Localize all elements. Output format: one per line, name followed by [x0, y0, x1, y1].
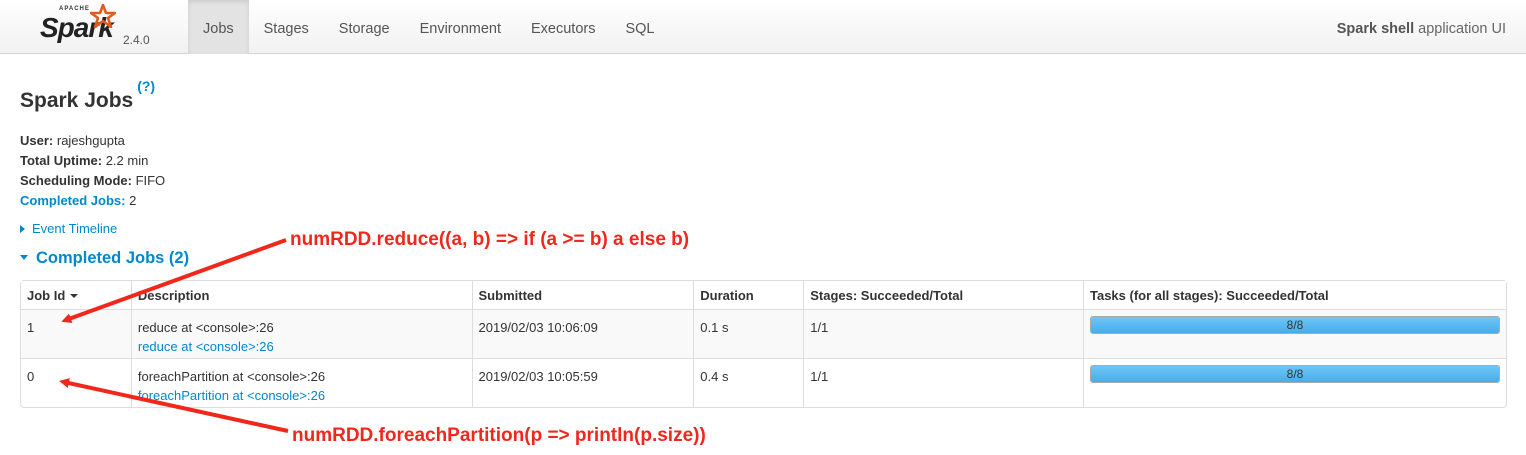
sort-desc-icon: [70, 293, 79, 298]
submitted-cell: 2019/02/03 10:05:59: [471, 358, 694, 407]
event-timeline-toggle[interactable]: Event Timeline: [20, 221, 117, 236]
app-title: Spark shell application UI: [1337, 0, 1506, 58]
summary-mode-label: Scheduling Mode:: [20, 173, 132, 188]
app-title-suffix: application UI: [1414, 21, 1506, 37]
job-id-cell: 1: [21, 309, 131, 358]
description-cell: reduce at <console>:26 reduce at <consol…: [130, 309, 472, 358]
app-title-name: Spark shell: [1336, 21, 1415, 37]
tab-storage[interactable]: Storage: [324, 0, 405, 54]
collapse-arrow-icon: [20, 255, 28, 260]
description-link[interactable]: reduce at <console>:26: [138, 337, 466, 356]
header-duration[interactable]: Duration: [693, 281, 804, 309]
annotation-reduce: numRDD.reduce((a, b) => if (a >= b) a el…: [290, 229, 690, 250]
header-stages[interactable]: Stages: Succeeded/Total: [803, 281, 1083, 309]
page-title: Spark Jobs(?): [20, 78, 155, 113]
description-text: foreachPartition at <console>:26: [137, 369, 326, 384]
summary-uptime-label: Total Uptime:: [20, 153, 103, 168]
task-progress-label: 8/8: [1286, 367, 1304, 381]
completed-jobs-label: Completed Jobs (2): [36, 249, 190, 267]
task-progress-bar: 8/8: [1090, 316, 1500, 334]
help-link[interactable]: (?): [137, 78, 155, 94]
table-row: 1 reduce at <console>:26 reduce at <cons…: [21, 309, 1506, 358]
header-description[interactable]: Description: [130, 281, 472, 309]
tab-sql[interactable]: SQL: [610, 0, 669, 54]
expand-arrow-icon: [20, 225, 25, 233]
summary-scheduling-mode: Scheduling Mode: FIFO: [20, 171, 165, 191]
annotation-foreach-partition: numRDD.foreachPartition(p => println(p.s…: [292, 425, 706, 446]
top-navbar: APACHE Spark 2.4.0 Jobs Stages Storage E…: [0, 0, 1526, 54]
spark-logo[interactable]: APACHE Spark 2.4.0: [40, 4, 155, 48]
nav-tabs: Jobs Stages Storage Environment Executor…: [188, 0, 670, 54]
summary-completed-link[interactable]: Completed Jobs:: [20, 193, 125, 208]
summary-user: User: rajeshgupta: [20, 131, 165, 151]
header-job-id-label: Job Id: [27, 287, 66, 303]
tab-jobs[interactable]: Jobs: [188, 0, 249, 54]
job-id-cell: 0: [21, 358, 131, 407]
description-cell: foreachPartition at <console>:26 foreach…: [130, 358, 472, 407]
tasks-cell: 8/8: [1083, 358, 1506, 407]
spark-version: 2.4.0: [123, 33, 150, 47]
task-progress-bar: 8/8: [1090, 365, 1500, 383]
submitted-cell: 2019/02/03 10:06:09: [471, 309, 694, 358]
stages-cell: 1/1: [803, 358, 1083, 407]
completed-jobs-table: Job Id Description Submitted Duration St…: [20, 280, 1507, 408]
event-timeline-label: Event Timeline: [32, 221, 118, 236]
description-text: reduce at <console>:26: [137, 320, 274, 335]
completed-jobs-toggle[interactable]: Completed Jobs (2): [20, 249, 189, 268]
description-link[interactable]: foreachPartition at <console>:26: [138, 386, 466, 405]
header-job-id[interactable]: Job Id: [21, 281, 131, 309]
header-submitted[interactable]: Submitted: [471, 281, 694, 309]
summary-uptime: Total Uptime: 2.2 min: [20, 151, 165, 171]
duration-cell: 0.1 s: [693, 309, 804, 358]
duration-cell: 0.4 s: [693, 358, 804, 407]
tab-environment[interactable]: Environment: [405, 0, 516, 54]
summary-uptime-value: 2.2 min: [102, 153, 149, 168]
table-row: 0 foreachPartition at <console>:26 forea…: [21, 358, 1506, 407]
summary-mode-value: FIFO: [131, 173, 166, 188]
tasks-cell: 8/8: [1083, 309, 1506, 358]
summary-completed-value: 2: [125, 193, 137, 208]
tab-executors[interactable]: Executors: [516, 0, 610, 54]
page-title-text: Spark Jobs: [20, 89, 134, 112]
spark-star-icon: [90, 4, 116, 28]
summary-user-value: rajeshgupta: [53, 133, 125, 148]
header-tasks[interactable]: Tasks (for all stages): Succeeded/Total: [1083, 281, 1506, 309]
tab-stages[interactable]: Stages: [249, 0, 324, 54]
summary-user-label: User:: [20, 133, 54, 148]
table-header-row: Job Id Description Submitted Duration St…: [21, 281, 1506, 309]
task-progress-label: 8/8: [1286, 318, 1304, 332]
job-summary: User: rajeshgupta Total Uptime: 2.2 min …: [20, 131, 165, 211]
summary-completed-jobs[interactable]: Completed Jobs: 2: [20, 191, 165, 211]
stages-cell: 1/1: [803, 309, 1083, 358]
